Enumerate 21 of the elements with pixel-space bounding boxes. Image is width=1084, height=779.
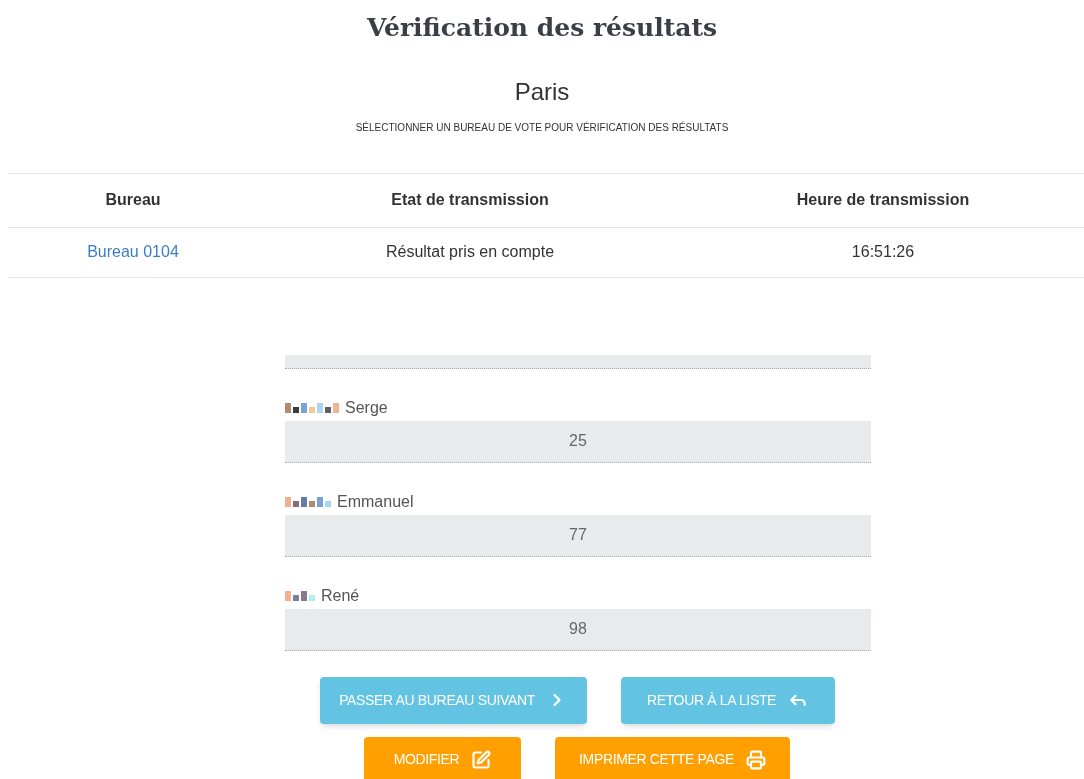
input-field[interactable] (285, 354, 871, 369)
vote-count-field[interactable]: 98 (285, 608, 871, 651)
column-header: Etat de transmission (390, 190, 550, 210)
vote-count-field[interactable]: 77 (285, 514, 871, 557)
instruction-text: SÉLECTIONNER UN BUREAU DE VOTE POUR VÉRIFICATION DES RÉSULTATS (354, 120, 730, 135)
candidate-label: Serge (345, 397, 388, 418)
edit-icon (471, 749, 492, 770)
city-title: Paris (513, 76, 571, 107)
table-cell-text: Résultat pris en compte (384, 242, 556, 262)
vote-count-field[interactable]: 25 (285, 420, 871, 463)
pixelated-name-drawing (285, 402, 341, 413)
column-header: Heure de transmission (795, 190, 971, 210)
print-icon (745, 749, 766, 770)
candidate-label: Emmanuel (337, 491, 414, 512)
pixelated-name-drawing (285, 590, 317, 601)
candidate-label: René (321, 585, 360, 606)
page-title: Vérification des résultats (365, 12, 719, 44)
bureau-link[interactable]: Bureau 0104 (8, 240, 258, 264)
table-cell-text: 16:51:26 (850, 242, 916, 262)
pixelated-name-drawing (285, 496, 333, 507)
column-header: Bureau (104, 190, 162, 210)
